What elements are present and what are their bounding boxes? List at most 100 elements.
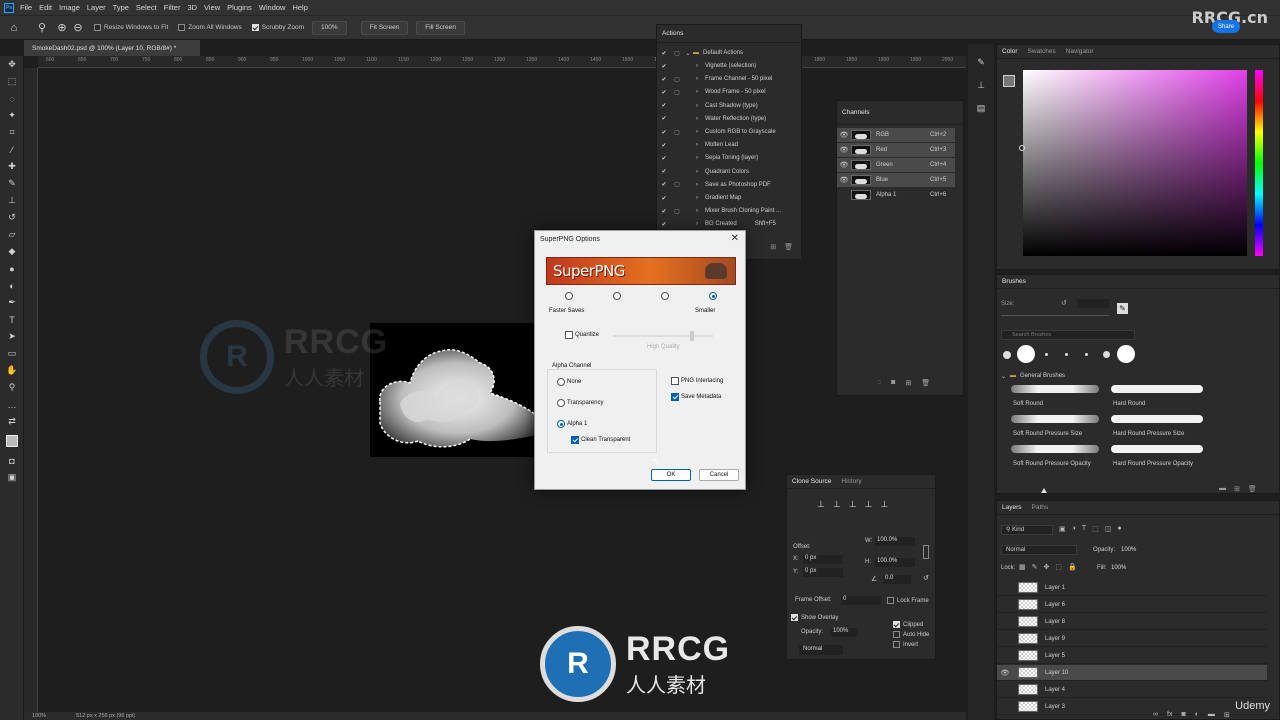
layer-opacity-value[interactable]: 100% [1121, 547, 1136, 553]
layer-name[interactable]: Layer 8 [1045, 619, 1065, 625]
dialog-toggle-icon[interactable]: ▢ [671, 89, 683, 96]
lasso-tool-icon[interactable]: ◌ [0, 90, 24, 107]
dialog-toggle-icon[interactable]: ▢ [671, 50, 683, 57]
scrubby-zoom-option[interactable]: Scrubby Zoom [251, 24, 304, 31]
offset-y-field[interactable]: 0 px [803, 568, 843, 577]
chevron-right-icon[interactable]: › [693, 195, 701, 201]
quality-slider-track[interactable] [613, 335, 713, 337]
lock-artboard-icon[interactable]: ⬚ [1055, 563, 1062, 571]
visibility-eye-icon[interactable]: 👁 [837, 131, 851, 139]
clipped-option[interactable]: Clipped [893, 621, 923, 628]
layer-row[interactable]: Layer 5 [997, 648, 1267, 664]
layers-tab[interactable]: Layers [1002, 504, 1022, 511]
auto-hide-checkbox[interactable] [893, 631, 900, 638]
auto-hide-option[interactable]: Auto Hide [893, 631, 929, 638]
adjustment-layer-icon[interactable]: ◐ [1195, 711, 1199, 719]
visibility-eye-icon[interactable]: 👁 [997, 669, 1013, 677]
action-item[interactable]: ✔ › BG Created Shft+F5 [657, 218, 797, 230]
new-layer-icon[interactable]: ⊞ [1224, 711, 1230, 719]
action-item[interactable]: ✔ › Cast Shadow (type) [657, 100, 797, 112]
brush-settings-toggle-icon[interactable]: ✎ [1117, 303, 1128, 314]
visibility-eye-icon[interactable]: 👁 [837, 146, 851, 154]
checkmark-icon[interactable]: ✔ [657, 115, 671, 122]
dialog-toggle-icon[interactable]: ▢ [671, 76, 683, 83]
chevron-right-icon[interactable]: › [693, 142, 701, 148]
brush-preset-1[interactable] [1003, 351, 1011, 359]
channel-row[interactable]: 👁 Red Ctrl+3 [837, 143, 955, 157]
clipped-checkbox[interactable] [893, 621, 900, 628]
brush-stroke-preview[interactable] [1011, 415, 1099, 423]
checkmark-icon[interactable]: ✔ [657, 89, 671, 96]
shape-filter-icon[interactable]: ⬚ [1092, 525, 1099, 533]
more-tools-icon[interactable]: … [0, 396, 24, 413]
adjustment-filter-icon[interactable]: ◑ [1072, 525, 1076, 533]
move-tool-icon[interactable]: ✥ [0, 56, 24, 73]
action-item[interactable]: ✔ › Molten Lead [657, 139, 797, 151]
brush-settings-icon[interactable]: ✎ [968, 54, 994, 71]
show-overlay-checkbox[interactable] [791, 614, 798, 621]
save-metadata-checkbox[interactable] [671, 393, 679, 401]
checkmark-icon[interactable]: ✔ [657, 155, 671, 162]
quantize-checkbox[interactable] [565, 331, 573, 339]
quality-slider-thumb[interactable] [690, 331, 694, 341]
color-tab[interactable]: Color [1002, 48, 1018, 55]
compression-radio-4[interactable] [709, 292, 717, 300]
checkmark-icon[interactable]: ✔ [657, 63, 671, 70]
clone-source-2-icon[interactable]: ⊥ [833, 499, 841, 510]
frame-offset-field[interactable]: 0 [841, 596, 881, 605]
fill-screen-button[interactable]: Fill Screen [416, 20, 466, 35]
menu-view[interactable]: View [204, 3, 220, 12]
brush-preset-3[interactable] [1045, 353, 1048, 356]
zoom-out-icon[interactable]: ⊖ [72, 22, 84, 34]
dialog-toggle-icon[interactable]: ▢ [671, 129, 683, 136]
checkmark-icon[interactable]: ✔ [657, 76, 671, 83]
document-tab[interactable]: SmokeDash02.psd @ 100% (Layer 10, RGB/8#… [24, 40, 200, 56]
chevron-right-icon[interactable]: › [693, 221, 701, 227]
filter-toggle-icon[interactable]: ● [1117, 525, 1121, 533]
menu-3d[interactable]: 3D [187, 3, 197, 12]
clone-source-3-icon[interactable]: ⊥ [849, 499, 857, 510]
fill-value[interactable]: 100% [1111, 565, 1126, 571]
foreground-color-swatch[interactable] [1003, 75, 1015, 87]
lock-all-icon[interactable]: 🔒 [1068, 563, 1077, 571]
zoom-all-checkbox[interactable] [178, 24, 186, 31]
menu-filter[interactable]: Filter [164, 3, 181, 12]
layer-name[interactable]: Layer 10 [1045, 670, 1068, 676]
link-layers-icon[interactable]: ∞ [1153, 711, 1158, 719]
hue-slider[interactable] [1255, 70, 1263, 256]
zoom-tool-side-icon[interactable]: ⚲ [0, 379, 24, 396]
menu-type[interactable]: Type [113, 3, 129, 12]
new-channel-icon[interactable]: ⊞ [905, 379, 911, 387]
color-picker-field[interactable] [1023, 70, 1247, 256]
brush-preset-5[interactable] [1085, 353, 1088, 356]
overlay-blend-mode-select[interactable]: Normal [799, 645, 843, 655]
color-picker-handle[interactable] [1019, 145, 1025, 151]
invert-checkbox[interactable] [893, 641, 900, 648]
checkmark-icon[interactable]: ✔ [657, 221, 671, 228]
checkmark-icon[interactable]: ✔ [657, 102, 671, 109]
dodge-tool-icon[interactable]: ◐ [0, 277, 24, 294]
clone-stamp-icon[interactable]: ⊥ [0, 192, 24, 209]
compression-radio-1[interactable] [565, 292, 573, 300]
swatches-tab[interactable]: Swatches [1028, 48, 1056, 55]
photoshop-app-icon[interactable]: Ps [4, 2, 14, 13]
color-swatches-icon[interactable] [0, 430, 24, 452]
reset-size-icon[interactable]: ↺ [1061, 299, 1067, 307]
offset-x-field[interactable]: 0 px [803, 555, 843, 564]
clone-source-5-icon[interactable]: ⊥ [880, 499, 888, 510]
layer-name[interactable]: Layer 1 [1045, 585, 1065, 591]
visibility-eye-icon[interactable]: 👁 [837, 176, 851, 184]
resize-windows-checkbox[interactable] [94, 24, 101, 31]
layer-name[interactable]: Layer 3 [1045, 704, 1065, 710]
smart-filter-icon[interactable]: ◫ [1105, 525, 1112, 533]
lock-frame-option[interactable]: Lock Frame [887, 597, 929, 604]
chevron-right-icon[interactable]: › [693, 76, 701, 82]
action-item[interactable]: ✔ › Quadrant Colors [657, 166, 797, 178]
menu-plugins[interactable]: Plugins [227, 3, 252, 12]
visibility-eye-icon[interactable]: 👁 [837, 161, 851, 169]
lock-frame-checkbox[interactable] [887, 597, 894, 604]
layer-name[interactable]: Layer 4 [1045, 687, 1065, 693]
brush-name[interactable]: Hard Round Pressure Size [1113, 431, 1184, 437]
lock-transparent-icon[interactable]: ▦ [1019, 563, 1026, 571]
document-image[interactable] [370, 323, 536, 457]
